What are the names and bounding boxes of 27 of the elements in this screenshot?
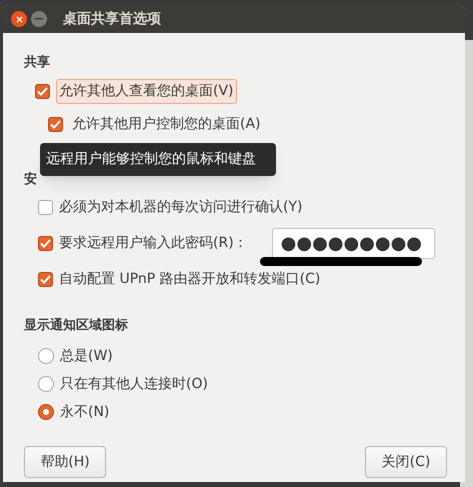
- section-heading: 显示通知区域图标: [24, 317, 129, 335]
- checkbox-label: 必须为对本机器的每次访问进行确认(Y): [59, 198, 302, 216]
- section-heading: 共享: [24, 54, 51, 72]
- radio-label: 永不(N): [60, 402, 110, 422]
- tooltip: 远程用户能够控制您的鼠标和键盘: [40, 143, 276, 176]
- radio-button[interactable]: [38, 348, 54, 364]
- help-button[interactable]: 帮助(H): [24, 446, 106, 478]
- checkbox-label: 要求远程用户输入此密码(R)：: [59, 234, 248, 252]
- checkbox[interactable]: [38, 272, 53, 286]
- checkbox[interactable]: [48, 117, 63, 132]
- checkbox[interactable]: [38, 200, 53, 214]
- checkbox[interactable]: [35, 84, 50, 99]
- radio-button[interactable]: [38, 376, 54, 392]
- close-icon: [16, 16, 22, 22]
- radio-button[interactable]: [38, 404, 54, 420]
- checkbox-label: 允许其他用户控制您的桌面(A): [71, 115, 262, 134]
- radio-label: 只在有其他人连接时(O): [60, 374, 208, 394]
- close-button[interactable]: [11, 11, 27, 27]
- checkbox-label: 自动配置 UPnP 路由器开放和转发端口(C): [59, 270, 320, 288]
- minimize-icon: [35, 18, 43, 20]
- checkbox[interactable]: [38, 236, 53, 250]
- password-field[interactable]: ●●●●●●●●●: [272, 228, 435, 258]
- close-dialog-button[interactable]: 关闭(C): [365, 446, 447, 478]
- section-heading: 安: [24, 170, 38, 189]
- checkbox-label: 允许其他人查看您的桌面(V): [56, 79, 237, 104]
- window-title: 桌面共享首选项: [63, 10, 161, 28]
- radio-label: 总是(W): [60, 346, 113, 366]
